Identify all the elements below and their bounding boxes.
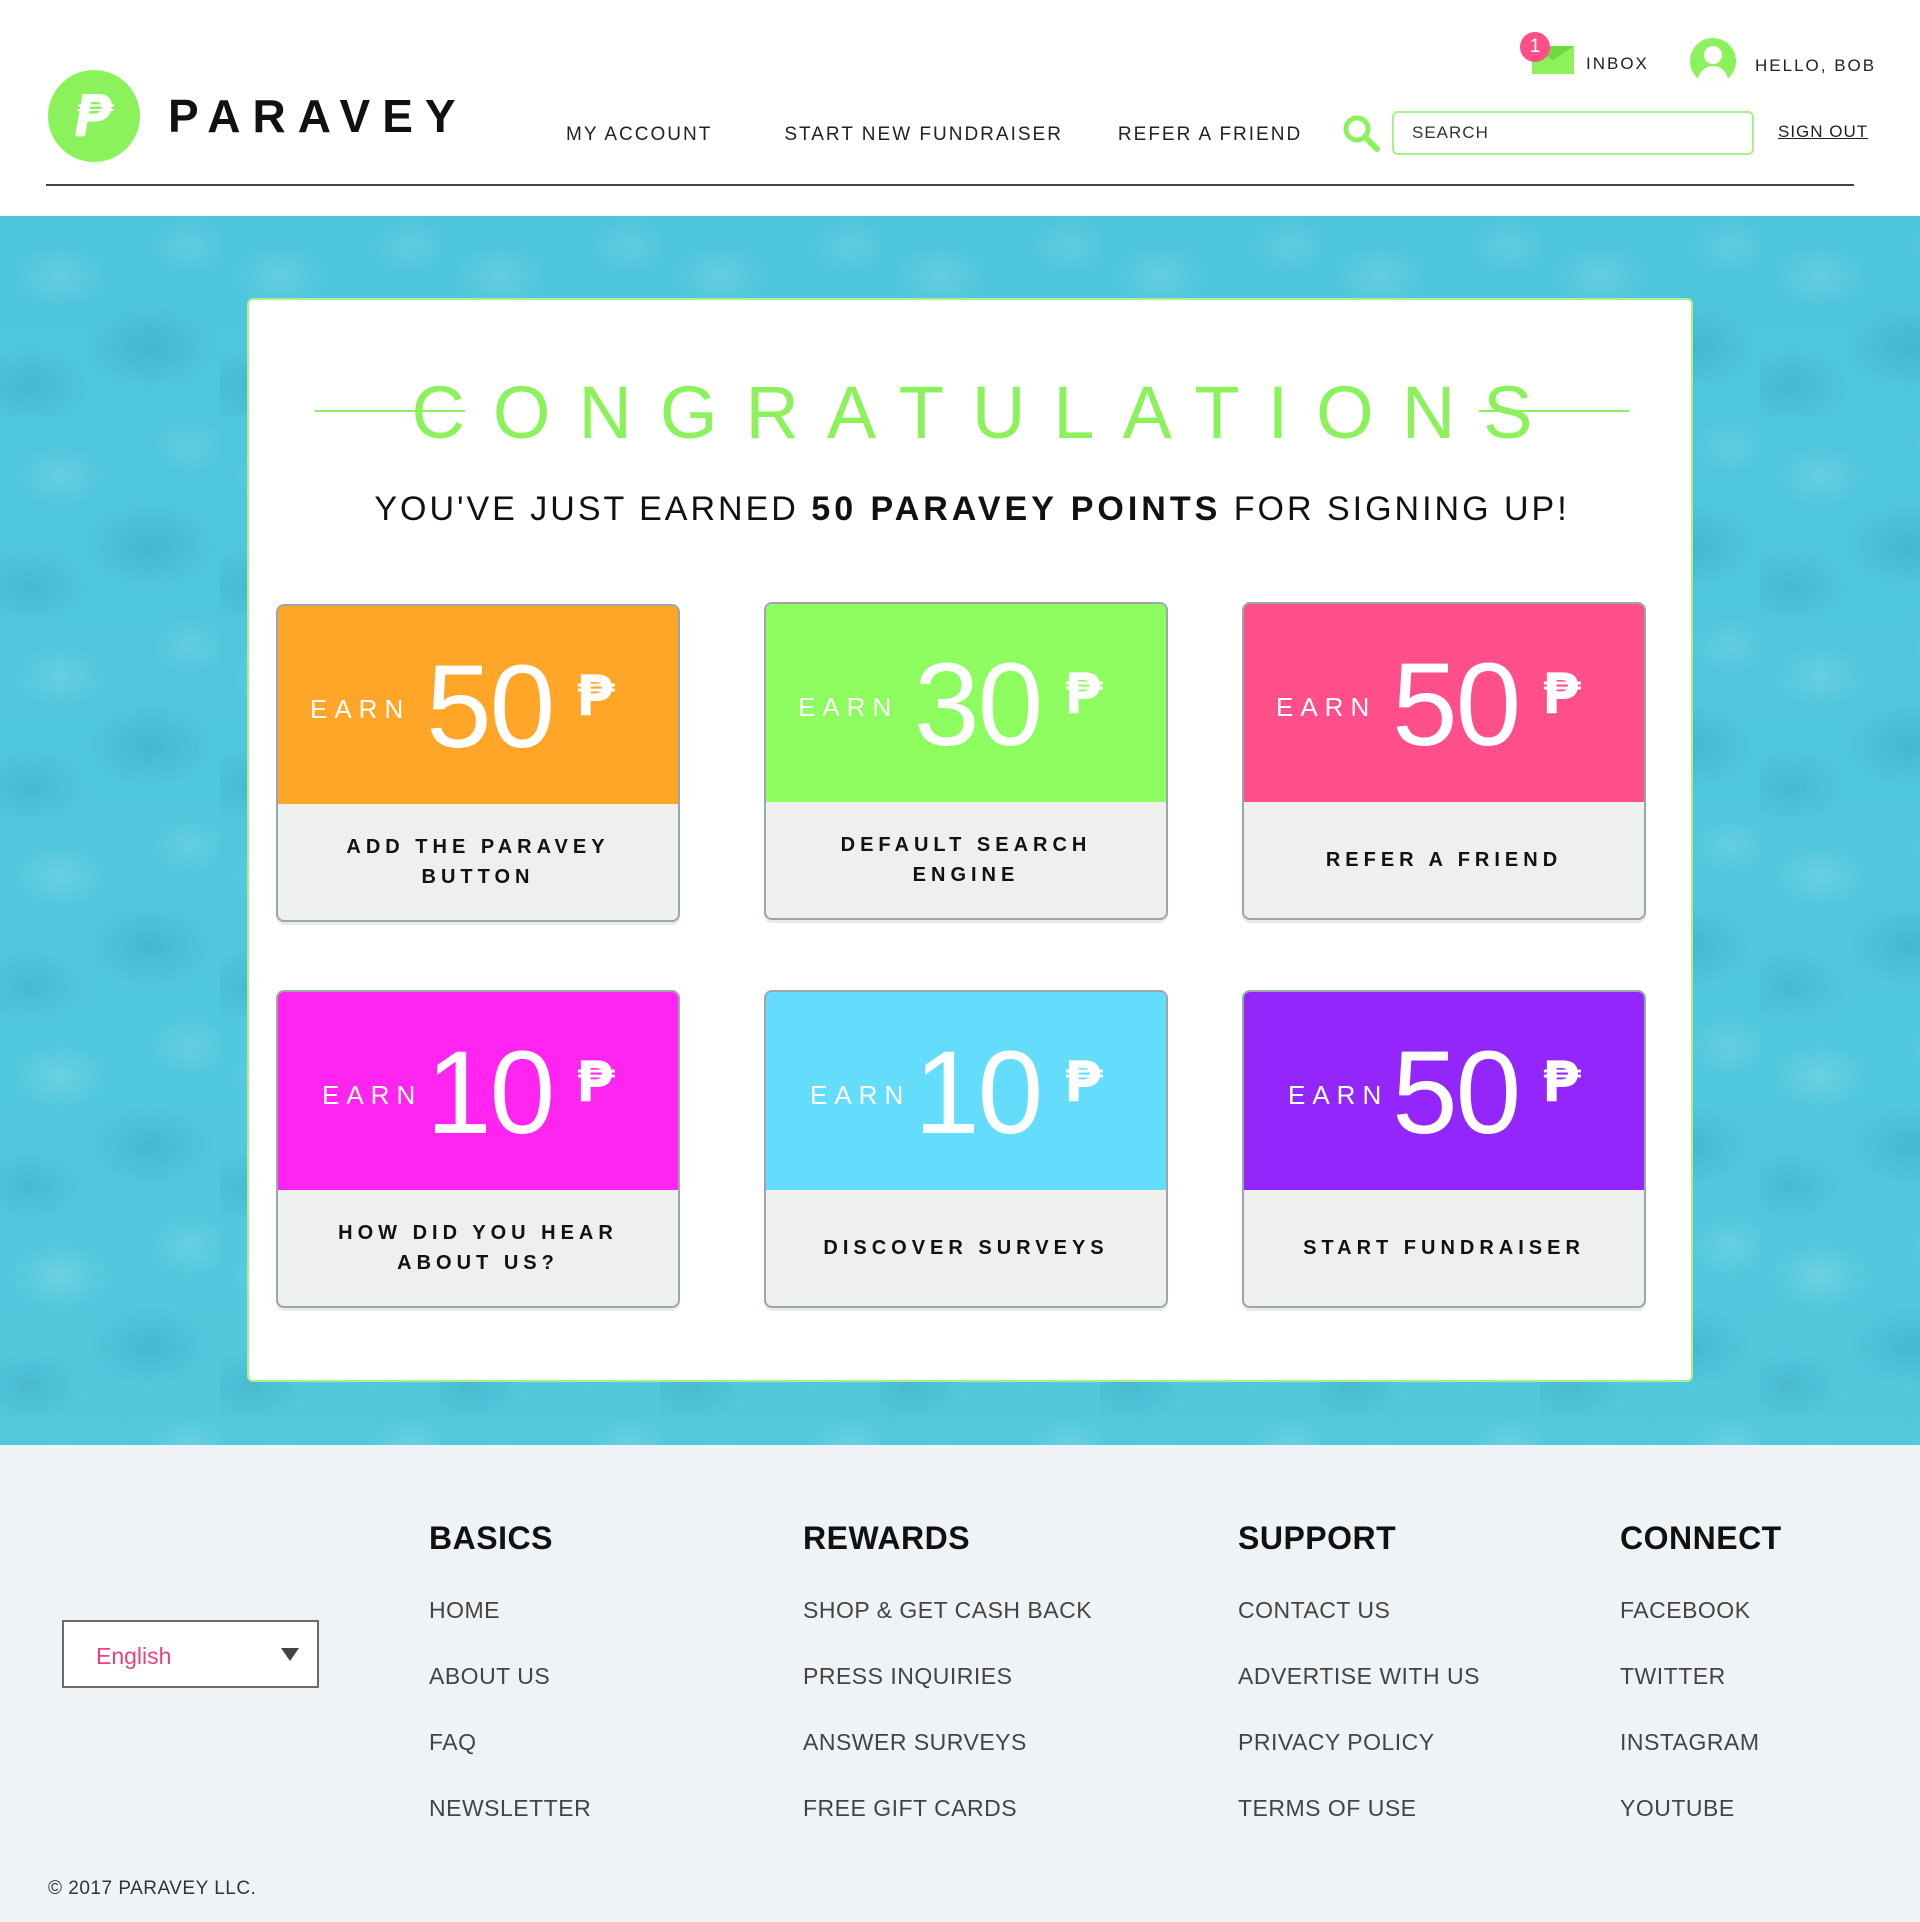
footer-link-privacy-policy[interactable]: PRIVACY POLICY [1238,1729,1480,1795]
user-menu[interactable]: HELLO, BOB [1690,38,1880,88]
signup-points-message: YOU'VE JUST EARNED 50 PARAVEY POINTS FOR… [249,490,1695,529]
tile-label: ADD THE PARAVEY BUTTON [346,836,610,888]
congratulations-card: CONGRATULATIONS YOU'VE JUST EARNED 50 PA… [247,298,1693,1382]
paravey-currency-icon: ₱ [576,664,615,729]
tile-earn-label: EARN [322,1080,423,1110]
footer-link-facebook[interactable]: FACEBOOK [1620,1597,1782,1663]
subtitle-post: FOR SIGNING UP! [1233,490,1570,528]
nav-my-account[interactable]: MY ACCOUNT [566,124,712,146]
congratulations-title: CONGRATULATIONS [411,371,1561,454]
earn-tile-default-search[interactable]: EARN 30 ₱ DEFAULT SEARCH ENGINE [764,602,1168,920]
header-divider [46,184,1854,186]
footer-link-faq[interactable]: FAQ [429,1729,591,1795]
tile-header: EARN 50 ₱ [1244,604,1644,802]
paravey-currency-icon: ₱ [576,1050,615,1115]
top-nav: MY ACCOUNT START NEW FUNDRAISER REFER A … [566,124,1374,146]
logo-mark-icon: ₱ [48,70,140,162]
nav-start-new-fundraiser[interactable]: START NEW FUNDRAISER [784,124,1063,146]
tile-earn-label: EARN [810,1080,911,1110]
inbox-label: INBOX [1586,54,1649,73]
tile-label: START FUNDRAISER [1303,1237,1585,1259]
footer-col-basics: BASICS HOME ABOUT US FAQ NEWSLETTER [429,1520,591,1861]
language-value: English [96,1643,172,1669]
footer-heading: REWARDS [803,1520,971,1556]
heading-rule-left [315,410,465,412]
earn-tile-discover-surveys[interactable]: EARN 10 ₱ DISCOVER SURVEYS [764,990,1168,1308]
footer-col-support: SUPPORT CONTACT US ADVERTISE WITH US PRI… [1238,1520,1480,1861]
earn-tile-refer-friend[interactable]: EARN 50 ₱ REFER A FRIEND [1242,602,1646,920]
tile-points: 30 [914,639,1043,771]
tile-label: HOW DID YOU HEAR ABOUT US? [338,1222,618,1274]
tile-header: EARN 10 ₱ [766,992,1166,1190]
footer-link-home[interactable]: HOME [429,1597,591,1663]
earn-tile-start-fundraiser[interactable]: EARN 50 ₱ START FUNDRAISER [1242,990,1646,1308]
footer-link-contact-us[interactable]: CONTACT US [1238,1597,1480,1663]
tile-earn-label: EARN [1276,692,1377,722]
tile-earn-label: EARN [310,694,411,724]
sign-out-link[interactable]: SIGN OUT [1778,122,1868,142]
footer-link-advertise[interactable]: ADVERTISE WITH US [1238,1663,1480,1729]
footer-link-terms-of-use[interactable]: TERMS OF USE [1238,1795,1480,1861]
inbox-count-badge: 1 [1520,32,1550,62]
footer-link-shop-cash-back[interactable]: SHOP & GET CASH BACK [803,1597,1092,1663]
brand-name: PARAVEY [168,90,468,142]
footer-col-connect: CONNECT FACEBOOK TWITTER INSTAGRAM YOUTU… [1620,1520,1782,1861]
footer-link-free-gift-cards[interactable]: FREE GIFT CARDS [803,1795,1092,1861]
hero-section: CONGRATULATIONS YOU'VE JUST EARNED 50 PA… [0,216,1920,1445]
tile-label: DISCOVER SURVEYS [823,1237,1109,1259]
tile-points: 50 [1392,1027,1521,1159]
footer-col-rewards: REWARDS SHOP & GET CASH BACK PRESS INQUI… [803,1520,1092,1861]
site-footer: English BASICS HOME ABOUT US FAQ NEWSLET… [0,1445,1920,1922]
inbox-link[interactable]: 1 INBOX [1520,30,1660,80]
user-greeting: HELLO, BOB [1755,56,1877,75]
footer-heading: CONNECT [1620,1520,1782,1556]
tile-header: EARN 50 ₱ [1244,992,1644,1190]
site-header: ₱ PARAVEY MY ACCOUNT START NEW FUNDRAISE… [0,0,1920,215]
tile-label: REFER A FRIEND [1325,849,1563,871]
tile-header: EARN 50 ₱ [278,606,678,804]
paravey-currency-icon: ₱ [1064,1050,1103,1115]
paravey-currency-icon: ₱ [1542,1050,1581,1115]
subtitle-pre: YOU'VE JUST EARNED [374,490,799,528]
paravey-currency-icon: ₱ [1542,662,1581,727]
footer-link-youtube[interactable]: YOUTUBE [1620,1795,1782,1861]
footer-link-answer-surveys[interactable]: ANSWER SURVEYS [803,1729,1092,1795]
tile-earn-label: EARN [798,692,899,722]
tile-points: 10 [426,1027,555,1159]
earn-tile-add-button[interactable]: EARN 50 ₱ ADD THE PARAVEY BUTTON [276,604,680,922]
tile-points: 50 [426,641,555,773]
footer-link-instagram[interactable]: INSTAGRAM [1620,1729,1782,1795]
tile-points: 10 [914,1027,1043,1159]
subtitle-points: 50 PARAVEY POINTS [811,490,1222,528]
footer-heading: BASICS [429,1520,553,1556]
footer-link-about-us[interactable]: ABOUT US [429,1663,591,1729]
footer-link-newsletter[interactable]: NEWSLETTER [429,1795,591,1861]
paravey-currency-icon: ₱ [1064,662,1103,727]
search-input[interactable] [1392,111,1754,155]
earn-tile-how-did-you-hear[interactable]: EARN 10 ₱ HOW DID YOU HEAR ABOUT US? [276,990,680,1308]
tile-header: EARN 10 ₱ [278,992,678,1190]
tile-points: 50 [1392,639,1521,771]
footer-heading: SUPPORT [1238,1520,1397,1556]
tile-header: EARN 30 ₱ [766,604,1166,802]
heading-rule-right [1479,410,1629,412]
paravey-logo[interactable]: ₱ PARAVEY [48,70,468,162]
search-icon[interactable] [1342,114,1380,152]
nav-refer-a-friend[interactable]: REFER A FRIEND [1118,124,1302,146]
caret-down-icon [281,1648,299,1661]
copyright-notice: © 2017 PARAVEY LLC. [48,1878,257,1899]
tile-earn-label: EARN [1288,1080,1389,1110]
footer-link-press-inquiries[interactable]: PRESS INQUIRIES [803,1663,1092,1729]
user-avatar-icon [1690,38,1736,84]
congratulations-heading: CONGRATULATIONS [249,370,1695,455]
language-select[interactable]: English [62,1620,319,1688]
tile-label: DEFAULT SEARCH ENGINE [840,834,1092,886]
footer-link-twitter[interactable]: TWITTER [1620,1663,1782,1729]
